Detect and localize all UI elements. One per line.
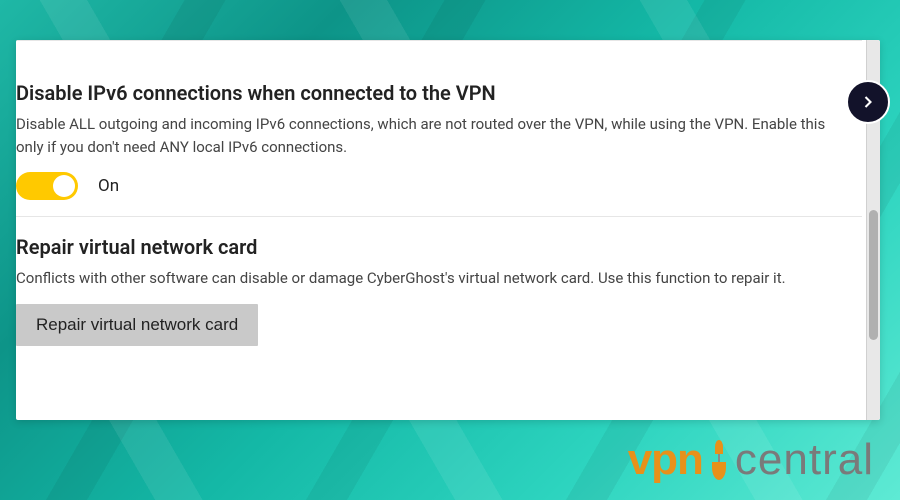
toggle-row-ipv6: On	[16, 172, 862, 200]
watermark-logo: vpn central	[628, 434, 874, 486]
settings-panel: Disable IPv6 connections when connected …	[16, 40, 880, 420]
section-repair-card: Repair virtual network card Conflicts wi…	[16, 216, 862, 362]
chevron-right-icon	[858, 92, 878, 112]
scrollbar-thumb[interactable]	[869, 210, 878, 340]
section-desc-repair: Conflicts with other software can disabl…	[16, 267, 862, 290]
section-desc-ipv6: Disable ALL outgoing and incoming IPv6 c…	[16, 113, 862, 158]
toggle-label-ipv6: On	[98, 176, 119, 196]
section-disable-ipv6: Disable IPv6 connections when connected …	[16, 40, 862, 216]
section-title-repair: Repair virtual network card	[16, 235, 862, 259]
section-title-ipv6: Disable IPv6 connections when connected …	[16, 81, 862, 105]
watermark-central-text: central	[735, 435, 874, 485]
nav-next-button[interactable]	[846, 80, 890, 124]
repair-button[interactable]: Repair virtual network card	[16, 304, 258, 346]
settings-content: Disable IPv6 connections when connected …	[16, 40, 880, 362]
watermark-vpn-text: vpn	[628, 435, 703, 485]
toggle-ipv6[interactable]	[16, 172, 78, 200]
watermark-drop-icon	[709, 434, 729, 486]
toggle-knob	[53, 175, 75, 197]
